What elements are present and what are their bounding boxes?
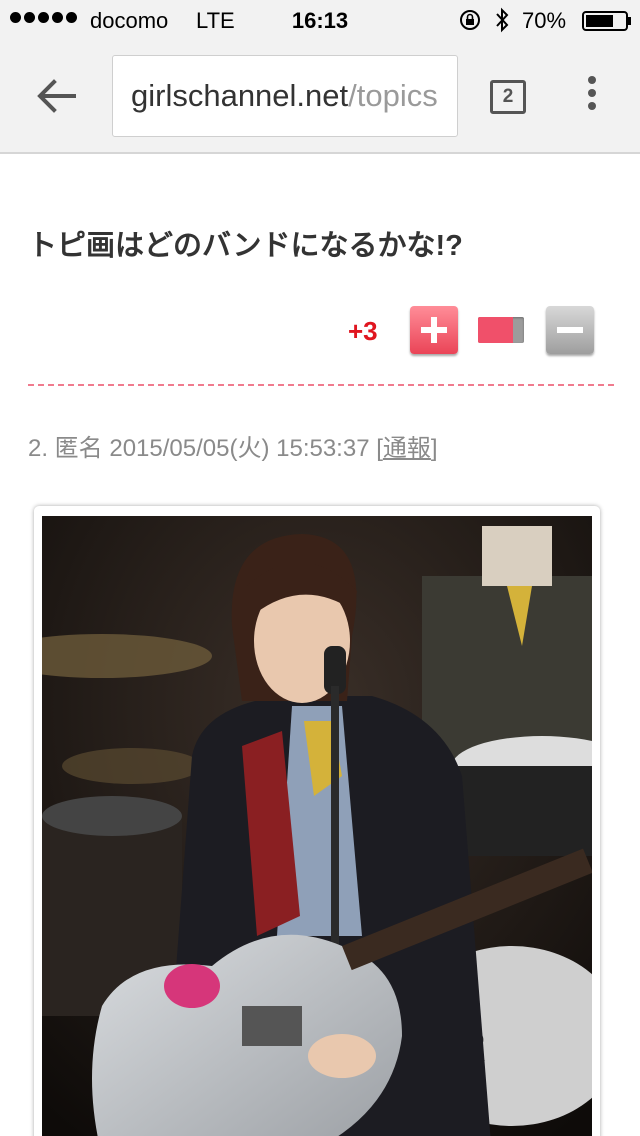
browser-toolbar: girlschannel.net/topics 2 [0,40,640,154]
comment-photo[interactable]: R [42,516,592,1136]
report-bracket-open: [ [376,435,383,462]
tab-switcher-button[interactable]: 2 [490,80,526,114]
vote-ratio-bar [478,317,524,343]
report-bracket-close: ] [430,435,438,462]
vote-score: +3 [348,316,378,346]
minus-vote-button[interactable] [546,306,594,354]
url-path: /topics [348,78,438,113]
plus-vote-button[interactable] [410,306,458,354]
battery-percentage: 70% [522,8,567,33]
section-divider [28,384,614,386]
url-host: girlschannel.net [131,78,349,113]
battery-icon [582,11,631,31]
comment-image-frame: R [34,506,600,1136]
vote-ratio-fill [478,317,513,343]
report-link[interactable]: 通報 [383,435,431,462]
status-bar: docomo LTE 16:13 70% [0,0,640,40]
address-bar[interactable]: girlschannel.net/topics [112,55,458,137]
bluetooth-icon [496,7,509,33]
comment-header: 2. 匿名 2015/05/05(火) 15:53:37 [28,435,377,462]
overflow-menu-icon[interactable] [582,76,602,116]
topic-title: トピ画はどのバンドになるかな!? [28,230,463,262]
comment-meta: 2. 匿名 2015/05/05(火) 15:53:37 [通報] [28,428,438,463]
back-arrow-icon[interactable] [34,76,78,116]
orientation-lock-icon [460,10,480,30]
